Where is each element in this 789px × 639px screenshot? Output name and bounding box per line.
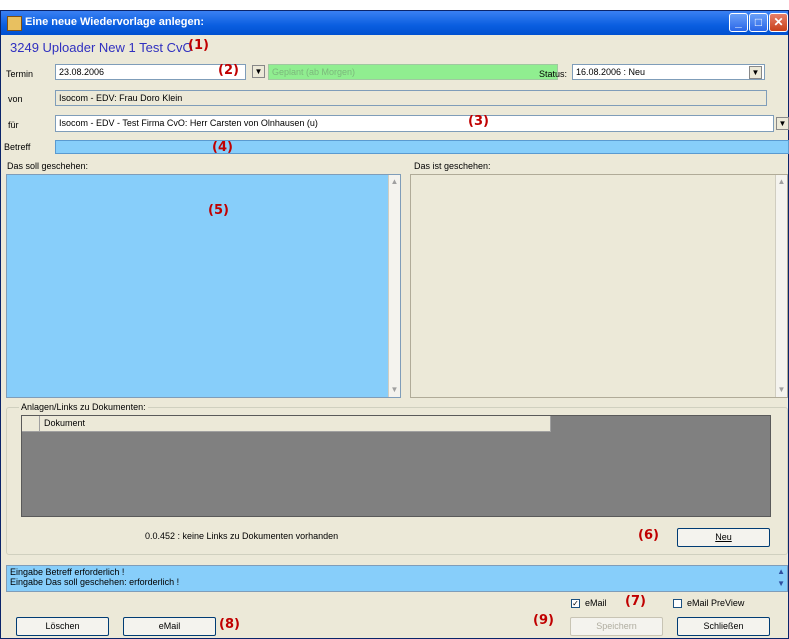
marker-9: (9) (533, 613, 554, 628)
email-preview-checkbox[interactable] (673, 599, 682, 608)
betreff-field[interactable] (55, 140, 789, 154)
documents-grid[interactable]: Dokument (21, 415, 771, 517)
email-preview-label: eMail PreView (687, 598, 745, 608)
app-icon (7, 16, 22, 31)
scroll-down-icon[interactable]: ▼ (777, 385, 786, 395)
marker-5: (5) (208, 203, 229, 218)
window-title: Eine neue Wiedervorlage anlegen: (25, 16, 205, 28)
fuer-field[interactable]: Isocom - EDV - Test Firma CvO: Herr Cars… (55, 115, 774, 132)
marker-8: (8) (219, 617, 240, 632)
termin-label: Termin (6, 69, 34, 79)
scroll-down-icon[interactable]: ▼ (390, 385, 399, 395)
ist-textarea[interactable]: ▲ ▼ (410, 174, 788, 398)
marker-4: (4) (212, 140, 233, 155)
title-bar[interactable]: Eine neue Wiedervorlage anlegen: _ □ ✕ (1, 11, 788, 35)
von-label: von (8, 94, 23, 104)
schliessen-button[interactable]: Schließen (677, 617, 770, 636)
email-checkbox-label: eMail (585, 598, 607, 608)
grid-column-dokument[interactable]: Dokument (40, 416, 551, 432)
termin-dropdown-button[interactable]: ▼ (252, 65, 265, 78)
anlagen-info-text: 0.0.452 : keine Links zu Dokumenten vorh… (145, 531, 339, 541)
message-line: Eingabe Das soll geschehen: erforderlich… (10, 577, 180, 587)
status-select[interactable]: 16.08.2006 : Neu (572, 64, 765, 80)
soll-label: Das soll geschehen: (7, 161, 89, 171)
record-title: 3249 Uploader New 1 Test CvO (10, 40, 193, 55)
ist-label: Das ist geschehen: (414, 161, 491, 171)
close-button[interactable]: ✕ (769, 13, 788, 32)
speichern-button[interactable]: Speichern (570, 617, 663, 636)
messages-scroll-down-icon[interactable]: ▼ (777, 579, 785, 589)
marker-2: (2) (218, 63, 239, 78)
message-line: Eingabe Betreff erforderlich ! (10, 567, 125, 577)
dialog-window: Eine neue Wiedervorlage anlegen: _ □ ✕ 3… (0, 10, 789, 639)
ist-scrollbar[interactable]: ▲ ▼ (775, 175, 787, 397)
soll-textarea[interactable]: ▲ ▼ (6, 174, 401, 398)
anlagen-label: Anlagen/Links zu Dokumenten: (19, 402, 148, 412)
maximize-button[interactable]: □ (749, 13, 768, 32)
von-field: Isocom - EDV: Frau Doro Klein (55, 90, 767, 106)
minimize-button[interactable]: _ (729, 13, 748, 32)
messages-box: Eingabe Betreff erforderlich ! Eingabe D… (6, 565, 788, 592)
grid-corner-cell (22, 416, 40, 432)
status-dropdown-button[interactable]: ▼ (749, 66, 762, 79)
email-checkbox[interactable]: ✓ (571, 599, 580, 608)
marker-7: (7) (625, 594, 646, 609)
scroll-up-icon[interactable]: ▲ (777, 177, 786, 187)
geplant-field: Geplant (ab Morgen) (268, 64, 558, 80)
betreff-label: Betreff (4, 142, 31, 152)
status-label: Status: (539, 69, 568, 79)
messages-scroll-up-icon[interactable]: ▲ (777, 567, 785, 577)
marker-3: (3) (468, 114, 489, 129)
fuer-label: für (8, 120, 19, 130)
scroll-up-icon[interactable]: ▲ (390, 177, 399, 187)
loeschen-button[interactable]: Löschen (16, 617, 109, 636)
email-button[interactable]: eMail (123, 617, 216, 636)
marker-6: (6) (638, 528, 659, 543)
marker-1: (1) (188, 38, 209, 53)
soll-scrollbar[interactable]: ▲ ▼ (388, 175, 400, 397)
neu-button[interactable]: Neu (677, 528, 770, 547)
fuer-dropdown-button[interactable]: ▼ (776, 117, 789, 130)
